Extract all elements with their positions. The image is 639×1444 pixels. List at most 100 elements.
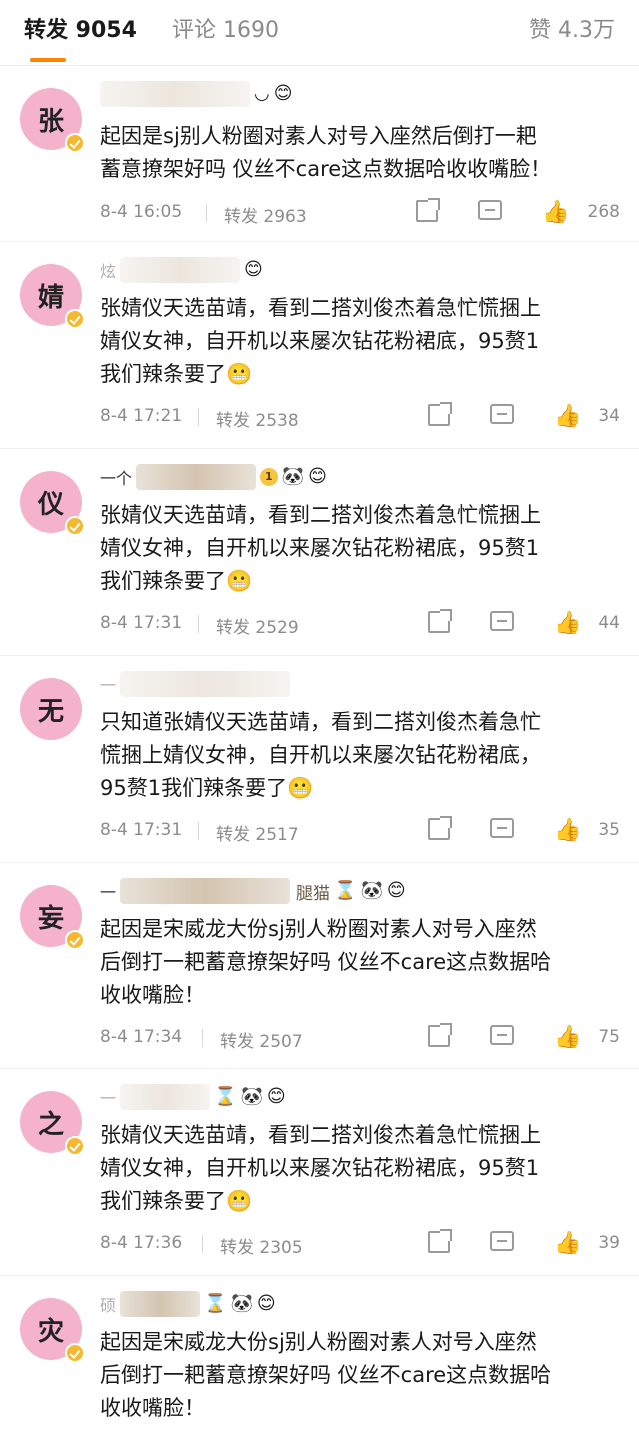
- panda-icon: 🐼: [360, 880, 383, 901]
- like-count: 35: [598, 820, 620, 840]
- username[interactable]: 一 腿猫 ⌛ 🐼 😊: [100, 877, 406, 905]
- smiley-icon: 😊: [244, 259, 263, 280]
- comment-icon[interactable]: [490, 404, 514, 424]
- divider: [198, 615, 199, 633]
- username[interactable]: 一 ⌛ 🐼 😊: [100, 1083, 286, 1111]
- tab-repost[interactable]: 转发 9054: [24, 14, 137, 48]
- comment-icon[interactable]: [490, 611, 514, 631]
- comment-text: 张婧仪天选苗靖，看到二搭刘俊杰着急忙慌捆上 婧仪女神，自开机以来屡次钻花粉裙底，…: [100, 1123, 541, 1213]
- comment-text: 起因是宋威龙大份sj别人粉圈对素人对号入座然 后倒打一耙蓄意撩架好吗 仪丝不ca…: [100, 917, 552, 1007]
- level-badge: 1: [260, 468, 278, 486]
- share-icon[interactable]: [416, 198, 440, 222]
- repost-count: 转发 2538: [216, 411, 299, 431]
- comment-time: 8-4 16:05: [100, 202, 183, 222]
- comment-meta: 8-4 17:31 转发 2529 👍 44: [100, 609, 620, 639]
- like-count: 75: [598, 1027, 620, 1047]
- avatar-initial: 婧: [37, 282, 64, 313]
- comment-time: 8-4 17:31: [100, 820, 183, 840]
- like-icon[interactable]: 👍: [542, 200, 569, 225]
- divider: [198, 408, 199, 426]
- comment-meta: 8-4 17:21 转发 2538 👍 34: [100, 402, 620, 432]
- comment-item: 妄 一 腿猫 ⌛ 🐼 😊 起因是宋威龙大份sj别人粉圈对素人对号入座然 后倒打一…: [0, 863, 639, 1069]
- comment-item: 灾 硕 ⌛ 🐼 😊 起因是宋威龙大份sj别人粉圈对素人对号入座然 后倒打一耙蓄意…: [0, 1276, 639, 1442]
- divider: [202, 1235, 203, 1253]
- verified-badge-icon: [65, 516, 85, 536]
- comment-time: 8-4 17:34: [100, 1027, 183, 1047]
- verified-badge-icon: [65, 309, 85, 329]
- share-icon[interactable]: [428, 816, 452, 840]
- comment-icon[interactable]: [490, 818, 514, 838]
- tab-like[interactable]: 赞 4.3万: [529, 14, 615, 48]
- repost-count: 转发 2507: [220, 1032, 303, 1052]
- smiley-icon: 😊: [308, 466, 327, 487]
- comment-text: 起因是sj别人粉圈对素人对号入座然后倒打一耙 蓄意撩架好吗 仪丝不care这点数…: [100, 124, 552, 181]
- username-blurred: [120, 671, 291, 697]
- tab-comment[interactable]: 评论 1690: [172, 14, 279, 48]
- username-blurred: [100, 81, 250, 107]
- username-prefix: 一: [100, 676, 117, 695]
- verified-badge-icon: [65, 133, 85, 153]
- comment-meta: 8-4 17:36 转发 2305 👍 39: [100, 1229, 620, 1259]
- like-icon[interactable]: 👍: [554, 1025, 581, 1050]
- avatar[interactable]: 张: [20, 88, 85, 153]
- comment-item: 之 一 ⌛ 🐼 😊 张婧仪天选苗靖，看到二搭刘俊杰着急忙慌捆上 婧仪女神，自开机…: [0, 1069, 639, 1276]
- comment-meta: 8-4 17:31 转发 2517 👍 35: [100, 816, 620, 846]
- like-icon[interactable]: 👍: [554, 1231, 581, 1256]
- username[interactable]: 一: [100, 670, 291, 698]
- username-blurred: [136, 464, 257, 490]
- repost-count: 转发 2305: [220, 1238, 303, 1258]
- comment-text: 起因是宋威龙大份sj别人粉圈对素人对号入座然 后倒打一耙蓄意撩架好吗 仪丝不ca…: [100, 1330, 552, 1420]
- username[interactable]: 硕 ⌛ 🐼 😊: [100, 1290, 276, 1318]
- username-prefix: 一: [100, 883, 117, 902]
- avatar[interactable]: 婧: [20, 264, 85, 329]
- active-tab-indicator: [30, 58, 66, 62]
- username[interactable]: 炫 😊: [100, 256, 263, 284]
- comment-icon[interactable]: [490, 1025, 514, 1045]
- verified-badge-icon: [65, 1343, 85, 1363]
- hourglass-icon: ⌛: [334, 880, 357, 901]
- hourglass-icon: ⌛: [214, 1086, 237, 1107]
- comment-item: 无 一 只知道张婧仪天选苗靖，看到二搭刘俊杰着急忙 慌捆上婧仪女神，自开机以来屡…: [0, 656, 639, 863]
- like-icon[interactable]: 👍: [554, 611, 581, 636]
- avatar[interactable]: 灾: [20, 1298, 85, 1363]
- comment-icon[interactable]: [478, 200, 502, 220]
- comment-time: 8-4 17:21: [100, 406, 183, 426]
- username[interactable]: ◡ 😊: [100, 80, 292, 108]
- comment-icon[interactable]: [490, 1231, 514, 1251]
- like-count: 44: [598, 613, 620, 633]
- smiley-icon: 😊: [256, 1293, 276, 1314]
- username-blurred: [120, 1084, 211, 1110]
- smiley-icon: 😊: [273, 83, 293, 104]
- repost-count: 转发 2963: [224, 207, 307, 227]
- divider: [206, 204, 207, 222]
- share-icon[interactable]: [428, 1229, 452, 1253]
- username-blurred: [120, 257, 241, 283]
- avatar-initial: 无: [37, 696, 64, 727]
- share-icon[interactable]: [428, 402, 452, 426]
- comment-meta: 8-4 17:34 转发 2507 👍 75: [100, 1023, 620, 1053]
- panda-icon: 🐼: [281, 466, 305, 487]
- verified-badge-icon: [65, 1136, 85, 1156]
- username-suffix: 腿猫: [296, 883, 331, 904]
- like-icon[interactable]: 👍: [554, 404, 581, 429]
- comment-tabs: 转发 9054 评论 1690 赞 4.3万: [0, 0, 639, 66]
- avatar[interactable]: 之: [20, 1091, 85, 1156]
- avatar-initial: 之: [37, 1109, 64, 1140]
- avatar-initial: 仪: [37, 489, 64, 520]
- panda-icon: 🐼: [240, 1086, 263, 1107]
- share-icon[interactable]: [428, 609, 452, 633]
- avatar[interactable]: 仪: [20, 471, 85, 536]
- avatar[interactable]: 无: [20, 678, 82, 740]
- panda-icon: 🐼: [230, 1293, 253, 1314]
- hourglass-icon: ⌛: [204, 1293, 227, 1314]
- share-icon[interactable]: [428, 1023, 452, 1047]
- username[interactable]: 一个 1 🐼 😊: [100, 463, 327, 491]
- username-blurred: [120, 878, 291, 904]
- avatar[interactable]: 妄: [20, 885, 85, 950]
- comment-item: 仪 一个 1 🐼 😊 张婧仪天选苗靖，看到二搭刘俊杰着急忙慌捆上 婧仪女神，自开…: [0, 449, 639, 656]
- comment-time: 8-4 17:31: [100, 613, 183, 633]
- smiley-icon: 😊: [266, 1086, 286, 1107]
- like-icon[interactable]: 👍: [554, 818, 581, 843]
- like-count: 268: [587, 202, 620, 222]
- like-count: 34: [598, 406, 620, 426]
